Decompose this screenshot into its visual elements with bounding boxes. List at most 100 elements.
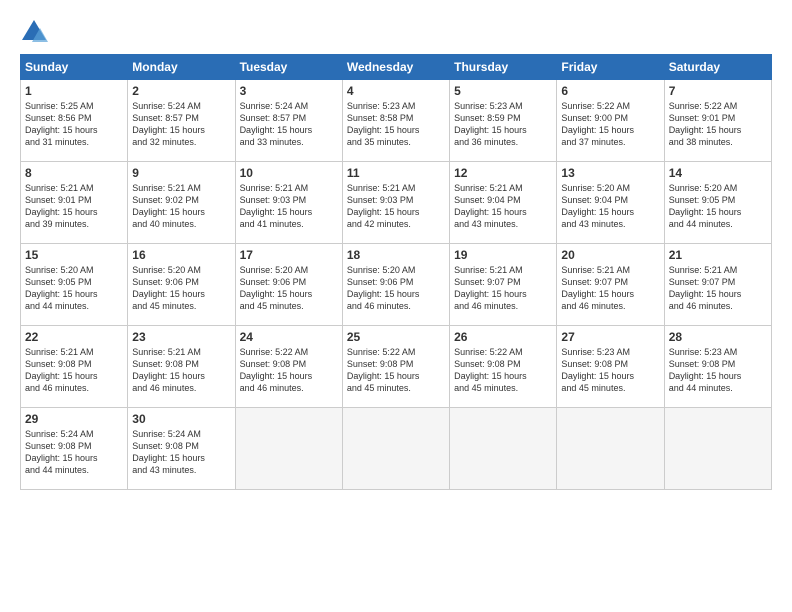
cell-info: Sunrise: 5:24 AMSunset: 8:57 PMDaylight:…	[132, 101, 205, 147]
calendar-cell: 7 Sunrise: 5:22 AMSunset: 9:01 PMDayligh…	[664, 80, 771, 162]
cell-info: Sunrise: 5:21 AMSunset: 9:04 PMDaylight:…	[454, 183, 527, 229]
header-wednesday: Wednesday	[342, 55, 449, 80]
calendar-cell: 4 Sunrise: 5:23 AMSunset: 8:58 PMDayligh…	[342, 80, 449, 162]
cell-info: Sunrise: 5:20 AMSunset: 9:06 PMDaylight:…	[240, 265, 313, 311]
day-number: 6	[561, 84, 659, 98]
day-number: 18	[347, 248, 445, 262]
day-number: 17	[240, 248, 338, 262]
day-number: 4	[347, 84, 445, 98]
cell-info: Sunrise: 5:20 AMSunset: 9:04 PMDaylight:…	[561, 183, 634, 229]
calendar-cell: 17 Sunrise: 5:20 AMSunset: 9:06 PMDaylig…	[235, 244, 342, 326]
day-number: 20	[561, 248, 659, 262]
calendar-cell: 22 Sunrise: 5:21 AMSunset: 9:08 PMDaylig…	[21, 326, 128, 408]
calendar-week-row: 15 Sunrise: 5:20 AMSunset: 9:05 PMDaylig…	[21, 244, 772, 326]
cell-info: Sunrise: 5:21 AMSunset: 9:07 PMDaylight:…	[669, 265, 742, 311]
cell-info: Sunrise: 5:22 AMSunset: 9:08 PMDaylight:…	[454, 347, 527, 393]
cell-info: Sunrise: 5:21 AMSunset: 9:08 PMDaylight:…	[25, 347, 98, 393]
page: Sunday Monday Tuesday Wednesday Thursday…	[0, 0, 792, 612]
day-number: 26	[454, 330, 552, 344]
day-number: 2	[132, 84, 230, 98]
calendar-cell: 28 Sunrise: 5:23 AMSunset: 9:08 PMDaylig…	[664, 326, 771, 408]
day-number: 22	[25, 330, 123, 344]
cell-info: Sunrise: 5:20 AMSunset: 9:06 PMDaylight:…	[132, 265, 205, 311]
day-number: 28	[669, 330, 767, 344]
calendar-week-row: 29 Sunrise: 5:24 AMSunset: 9:08 PMDaylig…	[21, 408, 772, 490]
day-number: 10	[240, 166, 338, 180]
calendar-cell: 6 Sunrise: 5:22 AMSunset: 9:00 PMDayligh…	[557, 80, 664, 162]
day-number: 1	[25, 84, 123, 98]
cell-info: Sunrise: 5:21 AMSunset: 9:01 PMDaylight:…	[25, 183, 98, 229]
calendar-cell: 8 Sunrise: 5:21 AMSunset: 9:01 PMDayligh…	[21, 162, 128, 244]
cell-info: Sunrise: 5:22 AMSunset: 9:08 PMDaylight:…	[240, 347, 313, 393]
calendar-week-row: 1 Sunrise: 5:25 AMSunset: 8:56 PMDayligh…	[21, 80, 772, 162]
day-number: 9	[132, 166, 230, 180]
calendar-cell: 19 Sunrise: 5:21 AMSunset: 9:07 PMDaylig…	[450, 244, 557, 326]
cell-info: Sunrise: 5:22 AMSunset: 9:00 PMDaylight:…	[561, 101, 634, 147]
header	[20, 18, 772, 46]
cell-info: Sunrise: 5:21 AMSunset: 9:08 PMDaylight:…	[132, 347, 205, 393]
cell-info: Sunrise: 5:20 AMSunset: 9:05 PMDaylight:…	[25, 265, 98, 311]
logo	[20, 18, 54, 46]
day-number: 27	[561, 330, 659, 344]
calendar-cell: 26 Sunrise: 5:22 AMSunset: 9:08 PMDaylig…	[450, 326, 557, 408]
cell-info: Sunrise: 5:21 AMSunset: 9:02 PMDaylight:…	[132, 183, 205, 229]
cell-info: Sunrise: 5:23 AMSunset: 8:59 PMDaylight:…	[454, 101, 527, 147]
calendar-cell: 1 Sunrise: 5:25 AMSunset: 8:56 PMDayligh…	[21, 80, 128, 162]
day-number: 23	[132, 330, 230, 344]
day-number: 11	[347, 166, 445, 180]
calendar-cell: 13 Sunrise: 5:20 AMSunset: 9:04 PMDaylig…	[557, 162, 664, 244]
day-number: 3	[240, 84, 338, 98]
cell-info: Sunrise: 5:22 AMSunset: 9:01 PMDaylight:…	[669, 101, 742, 147]
weekday-header-row: Sunday Monday Tuesday Wednesday Thursday…	[21, 55, 772, 80]
day-number: 24	[240, 330, 338, 344]
cell-info: Sunrise: 5:23 AMSunset: 8:58 PMDaylight:…	[347, 101, 420, 147]
cell-info: Sunrise: 5:21 AMSunset: 9:03 PMDaylight:…	[240, 183, 313, 229]
calendar-week-row: 22 Sunrise: 5:21 AMSunset: 9:08 PMDaylig…	[21, 326, 772, 408]
header-monday: Monday	[128, 55, 235, 80]
calendar-cell	[664, 408, 771, 490]
calendar-cell: 5 Sunrise: 5:23 AMSunset: 8:59 PMDayligh…	[450, 80, 557, 162]
calendar-cell: 10 Sunrise: 5:21 AMSunset: 9:03 PMDaylig…	[235, 162, 342, 244]
cell-info: Sunrise: 5:21 AMSunset: 9:07 PMDaylight:…	[454, 265, 527, 311]
calendar-week-row: 8 Sunrise: 5:21 AMSunset: 9:01 PMDayligh…	[21, 162, 772, 244]
day-number: 19	[454, 248, 552, 262]
cell-info: Sunrise: 5:24 AMSunset: 8:57 PMDaylight:…	[240, 101, 313, 147]
header-thursday: Thursday	[450, 55, 557, 80]
cell-info: Sunrise: 5:24 AMSunset: 9:08 PMDaylight:…	[132, 429, 205, 475]
calendar-cell: 9 Sunrise: 5:21 AMSunset: 9:02 PMDayligh…	[128, 162, 235, 244]
day-number: 21	[669, 248, 767, 262]
calendar-cell: 14 Sunrise: 5:20 AMSunset: 9:05 PMDaylig…	[664, 162, 771, 244]
calendar-cell: 15 Sunrise: 5:20 AMSunset: 9:05 PMDaylig…	[21, 244, 128, 326]
header-tuesday: Tuesday	[235, 55, 342, 80]
cell-info: Sunrise: 5:20 AMSunset: 9:06 PMDaylight:…	[347, 265, 420, 311]
cell-info: Sunrise: 5:24 AMSunset: 9:08 PMDaylight:…	[25, 429, 98, 475]
cell-info: Sunrise: 5:25 AMSunset: 8:56 PMDaylight:…	[25, 101, 98, 147]
cell-info: Sunrise: 5:21 AMSunset: 9:07 PMDaylight:…	[561, 265, 634, 311]
calendar-cell: 11 Sunrise: 5:21 AMSunset: 9:03 PMDaylig…	[342, 162, 449, 244]
day-number: 12	[454, 166, 552, 180]
day-number: 13	[561, 166, 659, 180]
cell-info: Sunrise: 5:21 AMSunset: 9:03 PMDaylight:…	[347, 183, 420, 229]
calendar-cell	[450, 408, 557, 490]
calendar-cell: 2 Sunrise: 5:24 AMSunset: 8:57 PMDayligh…	[128, 80, 235, 162]
calendar-cell	[235, 408, 342, 490]
header-saturday: Saturday	[664, 55, 771, 80]
calendar-cell: 24 Sunrise: 5:22 AMSunset: 9:08 PMDaylig…	[235, 326, 342, 408]
cell-info: Sunrise: 5:23 AMSunset: 9:08 PMDaylight:…	[669, 347, 742, 393]
calendar-cell: 21 Sunrise: 5:21 AMSunset: 9:07 PMDaylig…	[664, 244, 771, 326]
day-number: 15	[25, 248, 123, 262]
cell-info: Sunrise: 5:20 AMSunset: 9:05 PMDaylight:…	[669, 183, 742, 229]
logo-icon	[20, 18, 48, 46]
day-number: 7	[669, 84, 767, 98]
cell-info: Sunrise: 5:22 AMSunset: 9:08 PMDaylight:…	[347, 347, 420, 393]
day-number: 30	[132, 412, 230, 426]
calendar-table: Sunday Monday Tuesday Wednesday Thursday…	[20, 54, 772, 490]
calendar-cell: 3 Sunrise: 5:24 AMSunset: 8:57 PMDayligh…	[235, 80, 342, 162]
calendar-cell: 20 Sunrise: 5:21 AMSunset: 9:07 PMDaylig…	[557, 244, 664, 326]
calendar-cell: 18 Sunrise: 5:20 AMSunset: 9:06 PMDaylig…	[342, 244, 449, 326]
calendar-cell: 29 Sunrise: 5:24 AMSunset: 9:08 PMDaylig…	[21, 408, 128, 490]
day-number: 8	[25, 166, 123, 180]
day-number: 29	[25, 412, 123, 426]
calendar-cell: 25 Sunrise: 5:22 AMSunset: 9:08 PMDaylig…	[342, 326, 449, 408]
cell-info: Sunrise: 5:23 AMSunset: 9:08 PMDaylight:…	[561, 347, 634, 393]
